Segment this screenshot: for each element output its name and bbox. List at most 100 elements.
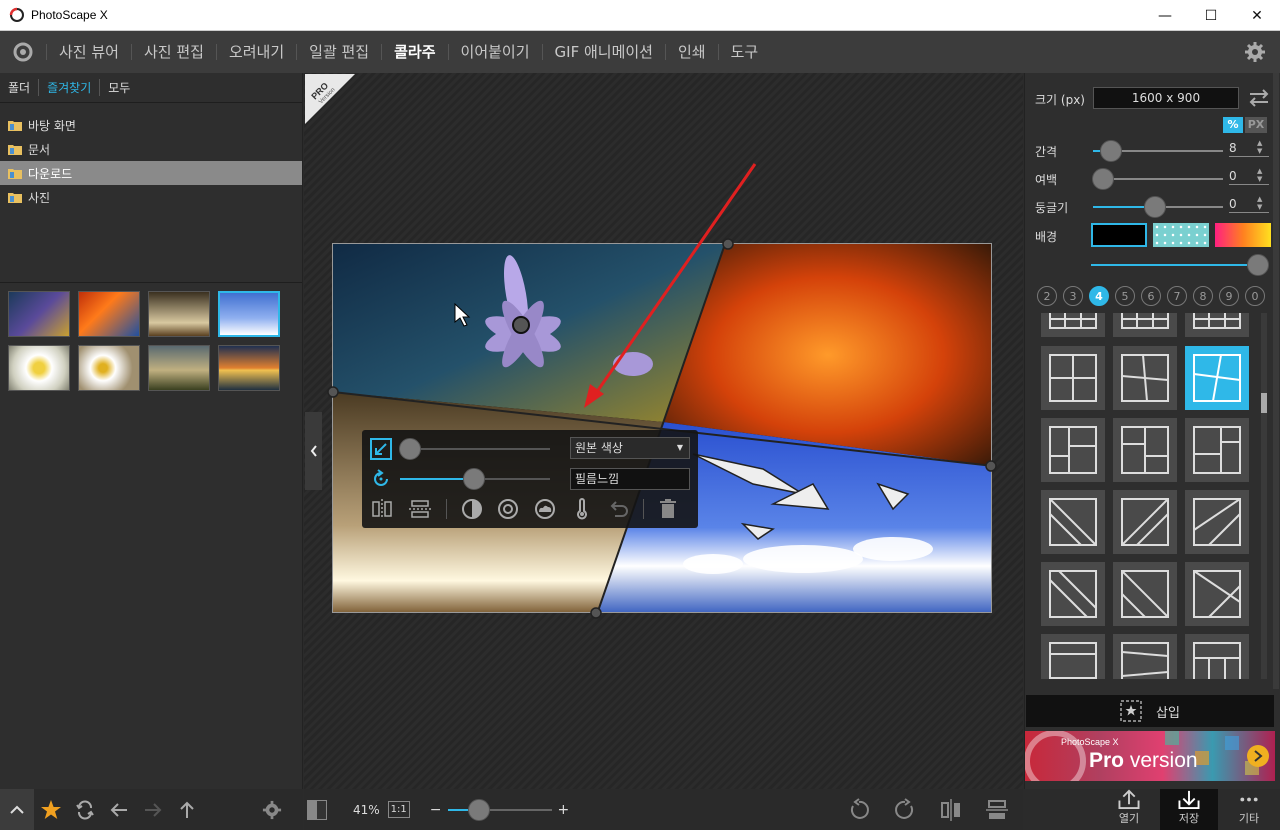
- filter-field[interactable]: 필름느낌: [570, 468, 690, 490]
- rotate-slider-knob[interactable]: [463, 468, 485, 490]
- insert-button[interactable]: 삽입: [1026, 695, 1274, 727]
- zoom-slider-knob[interactable]: [399, 438, 421, 460]
- layout-option[interactable]: [1113, 346, 1177, 410]
- menu-item[interactable]: 사진 뷰어: [46, 44, 131, 60]
- menu-item[interactable]: 사진 편집: [130, 44, 216, 60]
- layout-option[interactable]: [1041, 313, 1105, 337]
- layout-option[interactable]: [1041, 562, 1105, 626]
- layout-option[interactable]: [1185, 634, 1249, 679]
- margin-value[interactable]: 0: [1229, 169, 1269, 185]
- layout-option[interactable]: [1185, 490, 1249, 554]
- zoom-slider-knob[interactable]: [467, 798, 490, 821]
- photo-count-option[interactable]: 3: [1063, 286, 1083, 306]
- layout-option[interactable]: [1041, 634, 1105, 679]
- flip-vertical-icon[interactable]: [408, 498, 432, 520]
- forward-button[interactable]: [136, 789, 170, 830]
- layout-option[interactable]: [1041, 346, 1105, 410]
- layout-option[interactable]: [1185, 562, 1249, 626]
- thumbnail-misty-trees[interactable]: [148, 345, 210, 391]
- photo-count-option[interactable]: 8: [1193, 286, 1213, 306]
- background-pattern-swatch[interactable]: [1153, 223, 1209, 247]
- photo-count-option[interactable]: 9: [1219, 286, 1239, 306]
- zoom-in-button[interactable]: +: [558, 802, 570, 818]
- layout-option[interactable]: [1185, 313, 1249, 337]
- folder-tree-item[interactable]: 바탕 화면: [0, 113, 302, 137]
- menu-item[interactable]: GIF 애니메이션: [541, 44, 665, 60]
- collapse-up-button[interactable]: [0, 789, 34, 830]
- undo-icon[interactable]: [607, 498, 629, 520]
- background-toggle-button[interactable]: [307, 799, 327, 820]
- menu-item[interactable]: 오려내기: [215, 44, 296, 60]
- flip-vertical-icon[interactable]: [985, 798, 1009, 822]
- photo-count-option[interactable]: 4: [1089, 286, 1109, 306]
- open-button[interactable]: 열기: [1100, 789, 1158, 830]
- promo-go-icon[interactable]: [1247, 745, 1269, 767]
- spacing-value[interactable]: 8: [1229, 141, 1269, 157]
- thumbnail-daisy-bee[interactable]: [8, 345, 70, 391]
- menu-item[interactable]: 콜라주: [381, 44, 447, 60]
- layout-option[interactable]: [1113, 634, 1177, 679]
- thumbnail-storks[interactable]: [218, 291, 280, 337]
- layout-option[interactable]: [1185, 418, 1249, 482]
- browser-tab[interactable]: 폴더: [8, 79, 40, 96]
- layout-option[interactable]: [1113, 313, 1177, 337]
- contrast-icon[interactable]: [461, 498, 483, 520]
- thumbnail-autumn-leaves[interactable]: [78, 291, 140, 337]
- spacing-slider-knob[interactable]: [1100, 140, 1122, 162]
- rotate-right-icon[interactable]: [893, 797, 917, 822]
- layout-option-selected[interactable]: [1185, 346, 1249, 410]
- up-folder-button[interactable]: [170, 789, 204, 830]
- minimize-button[interactable]: —: [1142, 0, 1188, 31]
- zoom-slider[interactable]: [447, 798, 552, 821]
- layout-option[interactable]: [1113, 562, 1177, 626]
- layout-option[interactable]: [1041, 418, 1105, 482]
- vignette-icon[interactable]: [497, 498, 519, 520]
- margin-slider-knob[interactable]: [1092, 168, 1114, 190]
- browser-tab[interactable]: 즐겨찾기: [47, 79, 101, 96]
- photo-count-option[interactable]: 6: [1141, 286, 1161, 306]
- favorite-button[interactable]: [34, 789, 68, 830]
- thumbnail-sunset[interactable]: [218, 345, 280, 391]
- background-color-swatch[interactable]: [1091, 223, 1147, 247]
- layout-scrollbar[interactable]: [1261, 313, 1267, 679]
- menu-item[interactable]: 이어붙이기: [447, 44, 542, 60]
- more-button[interactable]: 기타: [1220, 789, 1278, 830]
- background-gradient-swatch[interactable]: [1215, 223, 1271, 247]
- rotate-left-icon[interactable]: [847, 797, 871, 822]
- browser-tab[interactable]: 모두: [108, 79, 138, 96]
- collapse-left-panel-button[interactable]: [305, 412, 322, 490]
- temperature-icon[interactable]: [571, 498, 593, 520]
- menu-item[interactable]: 인쇄: [664, 44, 718, 60]
- fit-resize-icon[interactable]: [370, 438, 392, 460]
- panel-scrollbar[interactable]: [1273, 73, 1279, 689]
- spacing-stepper-icon[interactable]: ▲ ▼: [1257, 139, 1262, 155]
- unit-px-button[interactable]: PX: [1245, 117, 1267, 133]
- zoom-out-button[interactable]: −: [430, 802, 442, 818]
- menu-item[interactable]: 일괄 편집: [296, 44, 381, 60]
- close-button[interactable]: ✕: [1234, 0, 1280, 31]
- rounding-slider-knob[interactable]: [1144, 196, 1166, 218]
- flip-horizontal-icon[interactable]: [370, 498, 394, 520]
- settings-gear-icon[interactable]: [1244, 41, 1266, 63]
- layout-option[interactable]: [1041, 490, 1105, 554]
- color-select[interactable]: 원본 색상 ▼: [570, 437, 690, 459]
- margin-stepper-icon[interactable]: ▲ ▼: [1257, 167, 1262, 183]
- rounding-stepper-icon[interactable]: ▲ ▼: [1257, 195, 1262, 211]
- pro-version-banner[interactable]: PhotoScape X Pro version: [1025, 731, 1275, 781]
- thumbnail-flower-blue[interactable]: [8, 291, 70, 337]
- rounding-value[interactable]: 0: [1229, 197, 1269, 213]
- folder-tree-item[interactable]: 다운로드: [0, 161, 302, 185]
- rotate-icon[interactable]: [370, 468, 392, 490]
- folder-tree-item[interactable]: 문서: [0, 137, 302, 161]
- layout-option[interactable]: [1113, 418, 1177, 482]
- photo-count-option[interactable]: 7: [1167, 286, 1187, 306]
- flip-horizontal-icon[interactable]: [939, 798, 963, 822]
- unit-percent-button[interactable]: %: [1223, 117, 1243, 133]
- back-button[interactable]: [102, 789, 136, 830]
- photo-count-option[interactable]: 0: [1245, 286, 1265, 306]
- maximize-button[interactable]: ☐: [1188, 0, 1234, 31]
- background-opacity-knob[interactable]: [1247, 254, 1269, 276]
- photo-count-option[interactable]: 5: [1115, 286, 1135, 306]
- background-opacity-slider[interactable]: [1091, 264, 1259, 266]
- trash-icon[interactable]: [658, 498, 678, 520]
